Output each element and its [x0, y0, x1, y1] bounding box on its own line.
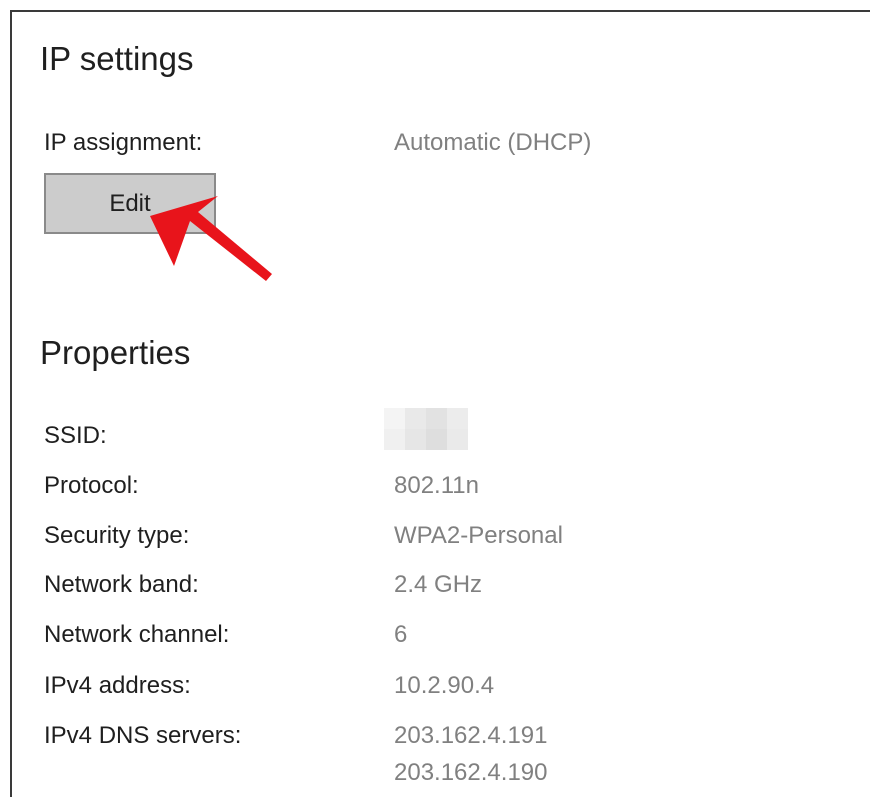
- ipv4-address-value: 10.2.90.4: [394, 672, 495, 699]
- network-channel-value: 6: [394, 621, 408, 648]
- ip-assignment-label: IP assignment:: [44, 129, 203, 156]
- window-border-left: [10, 10, 12, 797]
- network-channel-label: Network channel:: [44, 621, 230, 648]
- ssid-value-redacted: [384, 408, 468, 450]
- protocol-value: 802.11n: [394, 472, 479, 499]
- security-type-label: Security type:: [44, 522, 190, 549]
- network-band-value: 2.4 GHz: [394, 571, 483, 598]
- ipv4-address-label: IPv4 address:: [44, 672, 191, 699]
- red-arrow-icon: [150, 196, 272, 281]
- ipv4-dns-label: IPv4 DNS servers:: [44, 722, 242, 749]
- properties-title: Properties: [40, 334, 191, 371]
- ip-settings-title: IP settings: [40, 40, 194, 77]
- network-properties-page: IP settings IP assignment: Automatic (DH…: [0, 0, 870, 797]
- ip-assignment-value: Automatic (DHCP): [394, 129, 592, 156]
- window-border-top: [10, 10, 870, 12]
- network-band-label: Network band:: [44, 571, 199, 598]
- protocol-label: Protocol:: [44, 472, 139, 499]
- ssid-label: SSID:: [44, 422, 107, 449]
- security-type-value: WPA2-Personal: [394, 522, 563, 549]
- ipv4-dns-value-2: 203.162.4.190: [394, 759, 548, 786]
- ipv4-dns-value-1: 203.162.4.191: [394, 722, 548, 749]
